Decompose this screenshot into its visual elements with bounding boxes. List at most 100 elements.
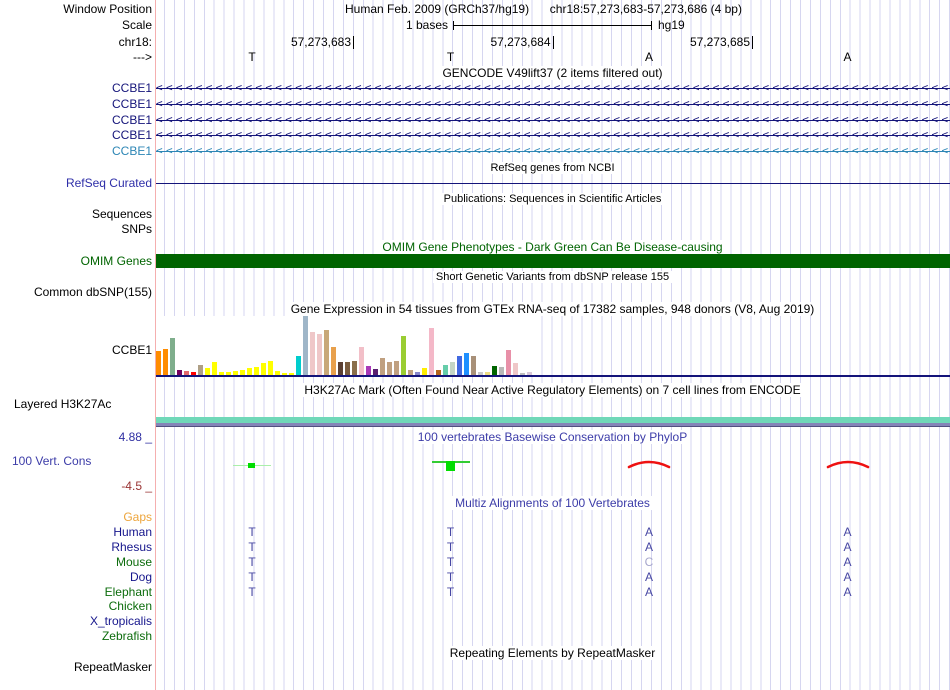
gtex-bar[interactable] xyxy=(366,366,371,375)
gtex-bar[interactable] xyxy=(198,365,203,375)
omim-genes-label[interactable]: OMIM Genes xyxy=(81,254,152,268)
gtex-bar[interactable] xyxy=(212,362,217,375)
species-label[interactable]: Mouse xyxy=(116,555,152,569)
phylop-track-title[interactable]: 100 vertebrates Basewise Conservation by… xyxy=(155,430,950,444)
gtex-bar[interactable] xyxy=(205,368,210,375)
gtex-bar[interactable] xyxy=(310,332,315,375)
gtex-bar[interactable] xyxy=(401,336,406,375)
gtex-bar[interactable] xyxy=(317,334,322,375)
strand-chevrons: <<<<<<<<<<<<<<<<<<<<<<<<<<<<<<<<<<<<<<<<… xyxy=(156,81,950,94)
genome-browser-image: Window Position Human Feb. 2009 (GRCh37/… xyxy=(0,0,950,690)
phylop-negative-arc[interactable] xyxy=(826,456,870,469)
dbsnp-track-title[interactable]: Short Genetic Variants from dbSNP releas… xyxy=(155,270,950,284)
phylop-negative-arc[interactable] xyxy=(627,456,671,469)
gtex-bar[interactable] xyxy=(443,365,448,375)
refseq-track-title[interactable]: RefSeq genes from NCBI xyxy=(155,161,950,175)
gtex-bar[interactable] xyxy=(513,363,518,375)
gtex-bar[interactable] xyxy=(471,356,476,375)
species-label[interactable]: Elephant xyxy=(105,585,152,599)
transcript-item[interactable]: <<<<<<<<<<<<<<<<<<<<<<<<<<<<<<<<<<<<<<<<… xyxy=(155,96,950,112)
reference-base: A xyxy=(644,50,654,64)
gene-label[interactable]: CCBE1 xyxy=(112,81,152,95)
omim-track-title[interactable]: OMIM Gene Phenotypes - Dark Green Can Be… xyxy=(155,240,950,254)
phylop-positive-block[interactable] xyxy=(248,463,255,468)
phylop-positive-block[interactable] xyxy=(445,461,455,471)
gtex-bar[interactable] xyxy=(324,330,329,375)
gtex-bar[interactable] xyxy=(296,356,301,375)
species-label[interactable]: Human xyxy=(113,525,152,539)
phylop-max-value: 4.88 _ xyxy=(118,430,152,444)
aligned-base: A xyxy=(843,569,852,584)
gtex-bar[interactable] xyxy=(338,362,343,375)
aligned-base: T xyxy=(446,584,455,599)
repeatmasker-track-title[interactable]: Repeating Elements by RepeatMasker xyxy=(155,646,950,660)
gtex-bar[interactable] xyxy=(380,358,385,375)
transcript-item[interactable]: <<<<<<<<<<<<<<<<<<<<<<<<<<<<<<<<<<<<<<<<… xyxy=(155,143,950,159)
species-label[interactable]: Rhesus xyxy=(111,540,152,554)
gtex-bar[interactable] xyxy=(156,351,161,375)
gtex-gene-label[interactable]: CCBE1 xyxy=(112,343,152,357)
aligned-base: T xyxy=(248,554,256,569)
gtex-bar[interactable] xyxy=(345,362,350,375)
gtex-bar[interactable] xyxy=(261,363,266,375)
species-label[interactable]: Dog xyxy=(130,570,152,584)
refseq-curated-item[interactable] xyxy=(155,183,950,184)
gtex-bar[interactable] xyxy=(464,353,469,375)
gtex-bar[interactable] xyxy=(422,368,427,375)
publications-sequences-label[interactable]: Sequences xyxy=(92,207,152,221)
aligned-base: A xyxy=(644,524,654,539)
gtex-bar[interactable] xyxy=(506,350,511,375)
gene-label[interactable]: CCBE1 xyxy=(112,97,152,111)
publications-track-title[interactable]: Publications: Sequences in Scientific Ar… xyxy=(155,192,950,206)
gtex-bar[interactable] xyxy=(247,368,252,375)
scale-bar xyxy=(453,25,652,26)
aligned-base: T xyxy=(248,539,256,554)
phylop-label[interactable]: 100 Vert. Cons xyxy=(12,454,91,468)
species-label[interactable]: Chicken xyxy=(109,599,152,613)
gtex-bar[interactable] xyxy=(303,315,308,375)
gtex-bar[interactable] xyxy=(254,367,259,375)
gtex-track-title[interactable]: Gene Expression in 54 tissues from GTEx … xyxy=(155,302,950,316)
refseq-curated-label[interactable]: RefSeq Curated xyxy=(66,176,152,190)
gtex-bar[interactable] xyxy=(429,328,434,375)
transcript-item[interactable]: <<<<<<<<<<<<<<<<<<<<<<<<<<<<<<<<<<<<<<<<… xyxy=(155,112,950,128)
dbsnp-label[interactable]: Common dbSNP(155) xyxy=(34,285,152,299)
strand-chevrons: <<<<<<<<<<<<<<<<<<<<<<<<<<<<<<<<<<<<<<<<… xyxy=(156,112,950,126)
omim-gene-bar[interactable] xyxy=(155,254,950,268)
gtex-bar[interactable] xyxy=(387,362,392,375)
gtex-bar[interactable] xyxy=(492,366,497,375)
gtex-bar[interactable] xyxy=(457,356,462,375)
gtex-bar[interactable] xyxy=(163,349,168,375)
scale-assembly: hg19 xyxy=(658,18,685,32)
gene-label[interactable]: CCBE1 xyxy=(112,144,152,158)
publications-snps-label[interactable]: SNPs xyxy=(121,222,152,236)
reference-base: T xyxy=(248,50,256,64)
aligned-base: A xyxy=(843,524,852,539)
reference-base: T xyxy=(446,50,455,64)
transcript-item[interactable]: <<<<<<<<<<<<<<<<<<<<<<<<<<<<<<<<<<<<<<<<… xyxy=(155,127,950,143)
gene-label[interactable]: CCBE1 xyxy=(112,113,152,127)
gtex-bar[interactable] xyxy=(268,361,273,375)
species-label[interactable]: X_tropicalis xyxy=(90,614,152,628)
h3k27ac-label[interactable]: Layered H3K27Ac xyxy=(14,397,111,411)
gtex-bar[interactable] xyxy=(359,347,364,375)
aligned-base: T xyxy=(248,584,256,599)
scale-bar-left-tick xyxy=(453,21,454,30)
gtex-bar[interactable] xyxy=(331,347,336,375)
gtex-bar[interactable] xyxy=(170,338,175,375)
assembly-text: Human Feb. 2009 (GRCh37/hg19) xyxy=(345,2,530,16)
gtex-bar[interactable] xyxy=(394,361,399,375)
gtex-bar[interactable] xyxy=(352,361,357,375)
coordinate-tick xyxy=(353,36,354,49)
transcript-item[interactable]: <<<<<<<<<<<<<<<<<<<<<<<<<<<<<<<<<<<<<<<<… xyxy=(155,80,950,96)
gencode-track-title[interactable]: GENCODE V49lift37 (2 items filtered out) xyxy=(155,66,950,80)
multiz-track-title[interactable]: Multiz Alignments of 100 Vertebrates xyxy=(155,496,950,510)
coordinate-tick xyxy=(552,36,554,49)
species-label[interactable]: Gaps xyxy=(123,510,152,524)
h3k27ac-track-title[interactable]: H3K27Ac Mark (Often Found Near Active Re… xyxy=(155,383,950,397)
gtex-bar[interactable] xyxy=(499,367,504,375)
gene-label[interactable]: CCBE1 xyxy=(112,128,152,142)
repeatmasker-label[interactable]: RepeatMasker xyxy=(74,660,152,674)
species-label[interactable]: Zebrafish xyxy=(102,629,152,643)
gtex-bar[interactable] xyxy=(450,362,455,375)
